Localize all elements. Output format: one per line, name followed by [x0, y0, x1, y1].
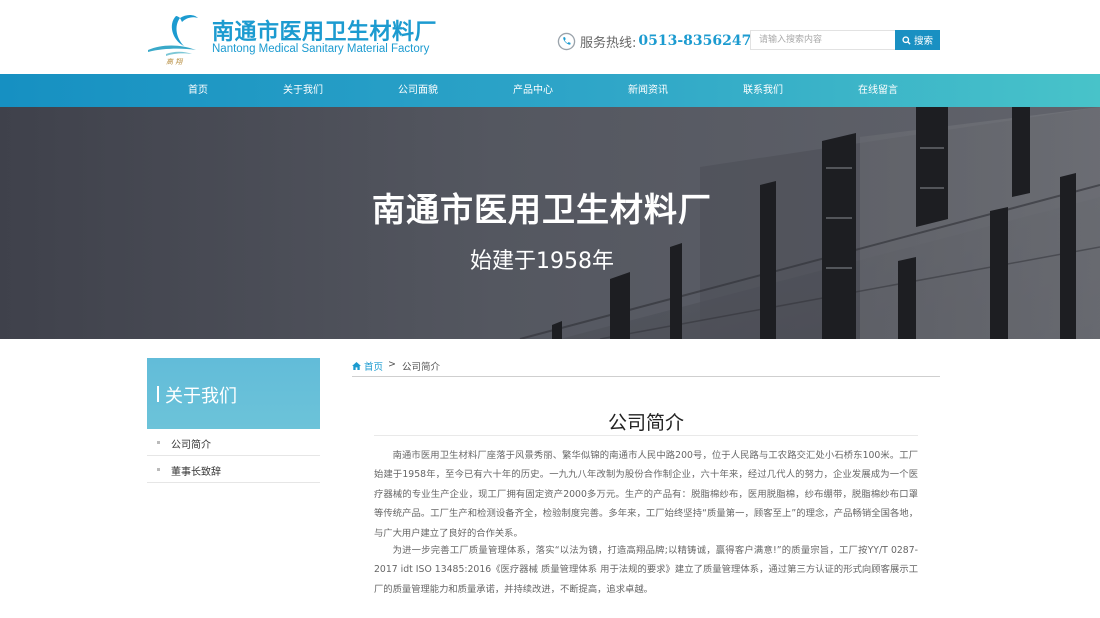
svg-text:高 翔: 高 翔: [166, 58, 183, 66]
crane-logo-icon: 高 翔: [148, 15, 198, 66]
banner-subtitle: 始建于1958年: [470, 249, 614, 274]
nav-item-news[interactable]: 新闻资讯: [628, 74, 668, 107]
sidebar-item-chairman-speech[interactable]: 董事长致辞: [147, 456, 320, 483]
logo-chinese-name: 南通市医用卫生材料厂: [212, 20, 438, 45]
sidebar-title: 关于我们: [165, 386, 237, 407]
content-paragraph: 南通市医用卫生材料厂座落于风景秀丽、繁华似锦的南通市人民中路200号，位于人民路…: [374, 450, 918, 539]
site-header: 高 翔 南通市医用卫生材料厂 Nantong Medical Sanitary …: [0, 0, 1100, 74]
site-logo[interactable]: 高 翔 南通市医用卫生材料厂 Nantong Medical Sanitary …: [146, 10, 437, 66]
search-button-label: 搜索: [913, 36, 933, 47]
content-title: 公司简介: [374, 408, 918, 436]
phone-icon: [557, 32, 576, 50]
bullet-icon: [157, 441, 160, 444]
search-button[interactable]: 搜索: [895, 30, 940, 50]
sidebar-header-accent: [157, 386, 159, 402]
sidebar-item-company-profile[interactable]: 公司简介: [147, 429, 320, 456]
main-nav: 首页 关于我们 公司面貌 产品中心 新闻资讯 联系我们 在线留言: [0, 74, 1100, 107]
bullet-icon: [157, 468, 160, 471]
home-icon: [352, 362, 361, 370]
sidebar-item-label: 公司简介: [171, 440, 211, 451]
search-input[interactable]: [750, 30, 895, 50]
hotline-number[interactable]: 0513-83562476: [638, 33, 761, 49]
nav-item-message[interactable]: 在线留言: [858, 74, 898, 107]
breadcrumb-home-link[interactable]: 首页: [352, 359, 383, 373]
nav-item-home[interactable]: 首页: [188, 74, 208, 107]
banner-title: 南通市医用卫生材料厂: [372, 190, 712, 229]
logo-english-name: Nantong Medical Sanitary Material Factor…: [212, 43, 430, 55]
nav-item-products[interactable]: 产品中心: [513, 74, 553, 107]
hero-banner: 南通市医用卫生材料厂 始建于1958年: [0, 107, 1100, 339]
hotline-label: 服务热线:: [580, 35, 637, 51]
nav-item-about[interactable]: 关于我们: [283, 74, 323, 107]
service-hotline: 服务热线: 0513-83562476: [557, 31, 761, 51]
nav-item-contact[interactable]: 联系我们: [743, 74, 783, 107]
breadcrumb-current: 公司简介: [401, 362, 440, 373]
content-paragraph: 为进一步完善工厂质量管理体系，落实“以法为镜，打造高翔品牌;以精铸诚，赢得客户满…: [374, 545, 918, 595]
search-icon: [902, 35, 911, 45]
breadcrumb-separator: >: [388, 359, 396, 370]
sidebar-header: 关于我们: [147, 358, 320, 429]
sidebar-item-label: 董事长致辞: [171, 467, 221, 478]
nav-item-company[interactable]: 公司面貌: [398, 74, 438, 107]
search-box: 搜索: [750, 30, 940, 50]
breadcrumb: 首页 > 公司简介: [352, 359, 940, 377]
breadcrumb-home-label: 首页: [364, 362, 384, 373]
